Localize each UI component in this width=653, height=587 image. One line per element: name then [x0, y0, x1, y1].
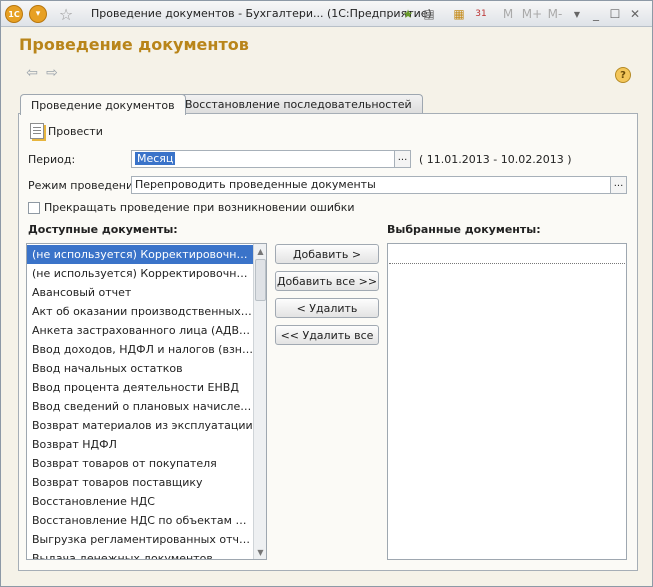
forward-icon[interactable]: ⇨	[43, 64, 61, 82]
add-all-button[interactable]: Добавить все >>	[275, 271, 379, 291]
remove-all-button[interactable]: << Удалить все	[275, 325, 379, 345]
mode-field[interactable]: Перепроводить проведенные документы	[131, 176, 611, 194]
list-item[interactable]: Ввод процента деятельности ЕНВД	[27, 378, 253, 397]
available-docs-title: Доступные документы:	[28, 223, 178, 236]
list-item[interactable]: Возврат материалов из эксплуатации	[27, 416, 253, 435]
list-item[interactable]: Восстановление НДС по объектам нед...	[27, 511, 253, 530]
selected-docs-list[interactable]	[387, 243, 627, 560]
memory-m-plus-button[interactable]: M+	[521, 5, 543, 23]
scroll-down-icon[interactable]: ▼	[254, 545, 266, 559]
calculator-icon[interactable]: ▦	[451, 5, 467, 23]
period-range: ( 11.01.2013 - 10.02.2013 )	[419, 153, 572, 166]
selected-docs-focus-line	[389, 263, 625, 264]
form-title: Проведение документов	[19, 35, 249, 54]
list-item[interactable]: Акт об оказании производственных услуг	[27, 302, 253, 321]
add-button[interactable]: Добавить >	[275, 244, 379, 264]
list-item[interactable]: Ввод сведений о плановых начислениях...	[27, 397, 253, 416]
window-menu-icon[interactable]: ▼	[571, 5, 583, 23]
scroll-up-icon[interactable]: ▲	[254, 244, 266, 258]
stop-on-error-checkbox[interactable]	[28, 202, 40, 214]
list-item[interactable]: Восстановление НДС	[27, 492, 253, 511]
minimize-icon[interactable]: _	[589, 5, 603, 23]
scroll-thumb[interactable]	[255, 259, 266, 301]
memory-m-minus-button[interactable]: M-	[545, 5, 565, 23]
stop-on-error-label: Прекращать проведение при возникновении …	[44, 201, 355, 214]
available-docs-rows: (не используется) Корректировочный сч...…	[27, 245, 253, 559]
back-icon[interactable]: ⇦	[23, 64, 41, 82]
list-item[interactable]: Ввод доходов, НДФЛ и налогов (взнос...	[27, 340, 253, 359]
selected-docs-title: Выбранные документы:	[387, 223, 541, 236]
app-logo-icon[interactable]: 1С	[5, 5, 23, 23]
list-item[interactable]: (не используется) Корректировочный сч...	[27, 245, 253, 264]
close-icon[interactable]: ✕	[628, 5, 642, 23]
add-favorite-icon[interactable]: ★	[399, 5, 417, 23]
post-document-icon[interactable]	[30, 123, 44, 139]
title-bar: 1С ▾ ☆ Проведение документов - Бухгалтер…	[1, 1, 652, 27]
period-field[interactable]: Месяц	[131, 150, 395, 168]
tab-posting[interactable]: Проведение документов	[20, 94, 186, 115]
calendar-icon[interactable]: 31	[473, 5, 489, 23]
window-title: Проведение документов - Бухгалтери... (1…	[91, 7, 432, 20]
print-icon[interactable]: ▤	[421, 5, 437, 23]
list-item[interactable]: Выгрузка регламентированных отчетов	[27, 530, 253, 549]
list-item[interactable]: Ввод начальных остатков	[27, 359, 253, 378]
period-value: Месяц	[135, 152, 176, 165]
list-item[interactable]: Авансовый отчет	[27, 283, 253, 302]
help-icon[interactable]: ?	[615, 67, 631, 83]
tab-sequences[interactable]: Восстановление последовательностей	[174, 94, 423, 114]
period-label: Период:	[28, 153, 76, 166]
maximize-icon[interactable]: ☐	[608, 5, 622, 23]
favorites-star-icon[interactable]: ☆	[57, 5, 75, 24]
mode-select-button[interactable]: ...	[610, 176, 627, 194]
main-menu-icon[interactable]: ▾	[29, 5, 47, 23]
remove-button[interactable]: < Удалить	[275, 298, 379, 318]
memory-m-button[interactable]: M	[501, 5, 515, 23]
available-docs-list[interactable]: (не используется) Корректировочный сч...…	[26, 243, 267, 560]
list-item[interactable]: Возврат товаров поставщику	[27, 473, 253, 492]
main-window: 1С ▾ ☆ Проведение документов - Бухгалтер…	[0, 0, 653, 587]
mode-label: Режим проведения:	[28, 179, 144, 192]
available-docs-scrollbar[interactable]: ▲ ▼	[253, 244, 266, 559]
list-item[interactable]: Возврат НДФЛ	[27, 435, 253, 454]
period-select-button[interactable]: ...	[394, 150, 411, 168]
list-item[interactable]: Выдача денежных документов	[27, 549, 253, 559]
list-item[interactable]: Возврат товаров от покупателя	[27, 454, 253, 473]
list-item[interactable]: (не используется) Корректировочный сч...	[27, 264, 253, 283]
post-button[interactable]: Провести	[48, 125, 103, 138]
list-item[interactable]: Анкета застрахованного лица (АДВ-1)	[27, 321, 253, 340]
